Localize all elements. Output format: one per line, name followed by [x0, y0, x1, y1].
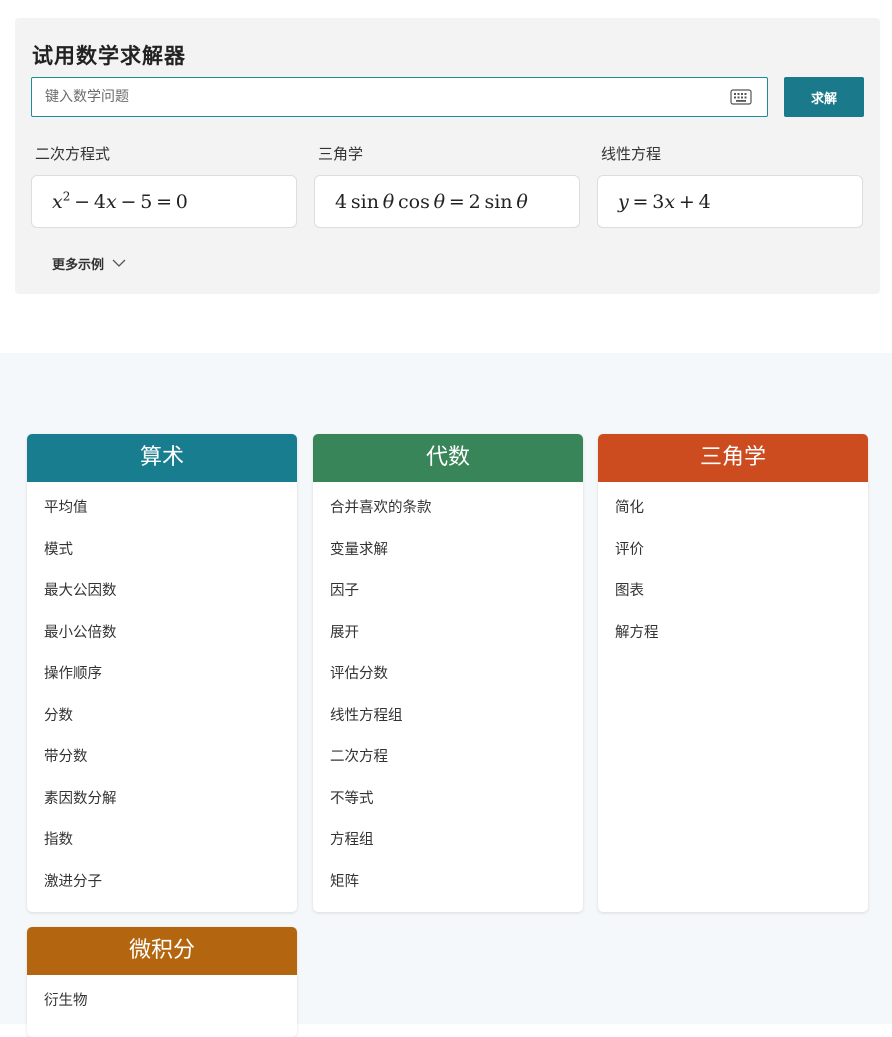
list-item[interactable]: 线性方程组 [313, 696, 583, 738]
example-label: 三角学 [318, 145, 364, 163]
category-algebra: 代数 合并喜欢的条款 变量求解 因子 展开 评估分数 线性方程组 二次方程 不等… [313, 434, 583, 912]
more-examples-label: 更多示例 [52, 258, 105, 273]
example-label: 二次方程式 [35, 145, 111, 163]
list-item[interactable]: 图表 [598, 571, 868, 613]
keyboard-icon[interactable] [730, 89, 752, 105]
example-trigonometry: 三角学 4 sin θ cos θ = 2 sin θ [314, 142, 580, 228]
math-input-box[interactable] [31, 77, 768, 117]
list-item[interactable]: 激进分子 [27, 862, 297, 904]
topics-section: 算术 平均值 模式 最大公因数 最小公倍数 操作顺序 分数 带分数 素因数分解 … [0, 353, 892, 1037]
list-item[interactable]: 二次方程 [313, 737, 583, 779]
example-expression: y = 3x + 4 [618, 190, 711, 213]
chevron-down-icon [112, 259, 126, 267]
list-item[interactable]: 简化 [598, 488, 868, 530]
list-item[interactable]: 不等式 [313, 779, 583, 821]
category-trigonometry: 三角学 简化 评价 图表 解方程 [598, 434, 868, 912]
list-item[interactable]: 变量求解 [313, 530, 583, 572]
category-list-trigonometry: 简化 评价 图表 解方程 [598, 482, 868, 654]
list-item[interactable]: 模式 [27, 530, 297, 572]
solver-title: 试用数学求解器 [32, 44, 186, 68]
input-row: 求解 [31, 77, 864, 117]
category-header-arithmetic[interactable]: 算术 [27, 434, 297, 482]
category-calculus: 微积分 衍生物 [27, 927, 297, 1037]
list-item[interactable]: 矩阵 [313, 862, 583, 904]
category-header-trigonometry[interactable]: 三角学 [598, 434, 868, 482]
list-item[interactable]: 分数 [27, 696, 297, 738]
example-linear: 线性方程 y = 3x + 4 [597, 142, 863, 228]
list-item[interactable]: 展开 [313, 613, 583, 655]
category-header-calculus[interactable]: 微积分 [27, 927, 297, 975]
list-item[interactable]: 解方程 [598, 613, 868, 655]
example-card-trigonometry[interactable]: 4 sin θ cos θ = 2 sin θ [314, 175, 580, 228]
example-label: 线性方程 [601, 145, 662, 163]
list-item[interactable]: 带分数 [27, 737, 297, 779]
list-item[interactable]: 评估分数 [313, 654, 583, 696]
category-list-arithmetic: 平均值 模式 最大公因数 最小公倍数 操作顺序 分数 带分数 素因数分解 指数 … [27, 482, 297, 903]
example-quadratic: 二次方程式 x2 − 4x − 5 = 0 [31, 142, 297, 228]
list-item[interactable]: 操作顺序 [27, 654, 297, 696]
example-card-quadratic[interactable]: x2 − 4x − 5 = 0 [31, 175, 297, 228]
list-item[interactable]: 素因数分解 [27, 779, 297, 821]
list-item[interactable]: 平均值 [27, 488, 297, 530]
list-item[interactable]: 最小公倍数 [27, 613, 297, 655]
category-list-algebra: 合并喜欢的条款 变量求解 因子 展开 评估分数 线性方程组 二次方程 不等式 方… [313, 482, 583, 903]
category-list-calculus: 衍生物 [27, 975, 297, 1023]
math-solver-panel: 试用数学求解器 求解 二次方程 [15, 18, 880, 294]
example-card-linear[interactable]: y = 3x + 4 [597, 175, 863, 228]
list-item[interactable]: 最大公因数 [27, 571, 297, 613]
more-examples-toggle[interactable]: 更多示例 [52, 254, 126, 273]
category-header-algebra[interactable]: 代数 [313, 434, 583, 482]
category-arithmetic: 算术 平均值 模式 最大公因数 最小公倍数 操作顺序 分数 带分数 素因数分解 … [27, 434, 297, 912]
example-expression: 4 sin θ cos θ = 2 sin θ [335, 190, 528, 213]
list-item[interactable]: 指数 [27, 820, 297, 862]
list-item[interactable]: 衍生物 [27, 981, 297, 1023]
list-item[interactable]: 因子 [313, 571, 583, 613]
list-item[interactable]: 评价 [598, 530, 868, 572]
solve-button[interactable]: 求解 [784, 77, 864, 117]
math-problem-input[interactable] [32, 78, 722, 116]
list-item[interactable]: 方程组 [313, 820, 583, 862]
example-expression: x2 − 4x − 5 = 0 [52, 189, 188, 213]
list-item[interactable]: 合并喜欢的条款 [313, 488, 583, 530]
